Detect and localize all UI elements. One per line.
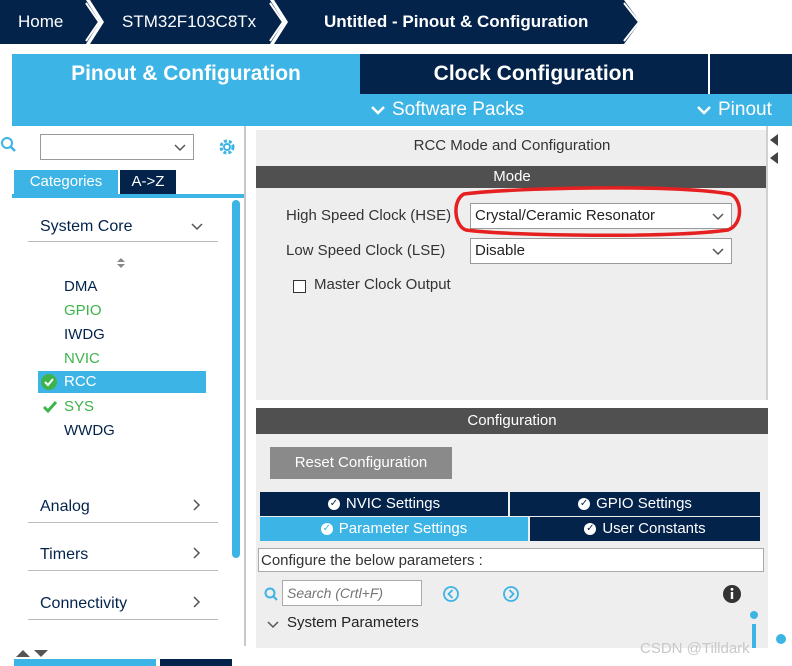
pinout-menu[interactable]: Pinout	[696, 94, 772, 126]
hse-label: High Speed Clock (HSE)	[286, 207, 452, 224]
list-item-gpio[interactable]: GPIO	[64, 302, 102, 319]
divider	[28, 570, 218, 571]
category-timers[interactable]: Timers	[40, 546, 88, 564]
panel-title: RCC Mode and Configuration	[413, 137, 611, 154]
lse-select[interactable]: Disable	[470, 238, 732, 264]
lse-select-value: Disable	[475, 242, 526, 259]
breadcrumb-home[interactable]: Home	[18, 0, 63, 44]
tab-gpio-label: GPIO Settings	[596, 495, 692, 512]
resize-arrows-icon[interactable]	[14, 648, 50, 658]
tab-parameter-settings[interactable]: ✓ Parameter Settings	[260, 517, 528, 541]
check-icon	[42, 401, 58, 414]
software-packs-menu[interactable]: Software Packs	[370, 94, 524, 126]
tab-categories[interactable]: Categories	[14, 170, 118, 194]
config-scrollbar-thumb[interactable]	[750, 611, 758, 619]
chevron-right-icon[interactable]	[192, 546, 202, 560]
mco-checkbox[interactable]	[293, 280, 306, 293]
divider	[28, 241, 218, 242]
category-connectivity[interactable]: Connectivity	[40, 595, 127, 613]
chevron-right-icon[interactable]	[192, 595, 202, 609]
bottom-tab-1[interactable]	[14, 659, 156, 666]
pinout-label: Pinout	[718, 99, 772, 120]
tab-user-constants-label: User Constants	[602, 520, 706, 537]
chevron-down-icon[interactable]	[190, 222, 204, 232]
sub-toolbar: Software Packs Pinout	[12, 94, 792, 126]
check-circle-icon: ✓	[327, 498, 340, 511]
parameter-search-input[interactable]	[282, 580, 422, 606]
sort-icon[interactable]	[116, 256, 126, 270]
check-circle-icon: ✓	[320, 523, 333, 536]
previous-icon[interactable]	[442, 585, 460, 603]
divider	[28, 522, 218, 523]
tab-more[interactable]	[710, 54, 792, 94]
list-item-rcc-selected[interactable]: RCC	[38, 371, 206, 393]
chevron-down-icon[interactable]	[266, 620, 280, 630]
list-item-nvic[interactable]: NVIC	[64, 350, 100, 367]
collapse-arrows-icon[interactable]	[768, 132, 780, 172]
list-item-sys[interactable]: SYS	[64, 398, 94, 415]
system-parameters-group[interactable]: System Parameters	[287, 614, 419, 631]
divider	[28, 619, 218, 620]
tab-nvic-label: NVIC Settings	[345, 495, 441, 512]
list-item-dma[interactable]: DMA	[64, 278, 97, 295]
annotation-highlight	[454, 186, 742, 238]
next-icon[interactable]	[502, 585, 520, 603]
list-item-rcc: RCC	[64, 373, 97, 390]
list-item-wwdg[interactable]: WWDG	[64, 422, 115, 439]
tab-user-constants[interactable]: ✓ User Constants	[530, 517, 760, 541]
category-system-core[interactable]: System Core	[40, 218, 132, 236]
mco-label: Master Clock Output	[314, 276, 451, 293]
panel-gap	[256, 400, 768, 408]
chevron-right-icon[interactable]	[192, 498, 202, 512]
configure-text: Configure the below parameters :	[261, 552, 483, 569]
chevron-down-icon	[712, 248, 724, 256]
gear-icon[interactable]	[216, 136, 238, 158]
mode-header: Mode	[256, 166, 768, 188]
mode-panel: RCC Mode and Configuration Mode High Spe…	[256, 130, 768, 400]
tab-pinout-configuration[interactable]: Pinout & Configuration	[12, 54, 360, 94]
list-item-iwdg[interactable]: IWDG	[64, 326, 105, 343]
configuration-header: Configuration	[256, 408, 768, 434]
watermark-text: CSDN @Tilldark	[640, 640, 750, 657]
reset-configuration-button[interactable]: Reset Configuration	[270, 447, 452, 479]
configuration-panel: Configuration Reset Configuration ✓ NVIC …	[256, 408, 768, 648]
scroll-indicator	[776, 634, 786, 644]
configure-text-box: Configure the below parameters :	[258, 548, 764, 572]
tab-clock-configuration[interactable]: Clock Configuration	[360, 54, 708, 94]
chevron-down-icon	[371, 106, 385, 115]
tab-nvic-settings[interactable]: ✓ NVIC Settings	[260, 492, 508, 516]
tab-gpio-settings[interactable]: ✓ GPIO Settings	[510, 492, 760, 516]
lse-label: Low Speed Clock (LSE)	[286, 242, 446, 259]
search-combo[interactable]	[40, 134, 194, 160]
breadcrumb: Home STM32F103C8Tx Untitled - Pinout & C…	[0, 0, 792, 44]
breadcrumb-mcu[interactable]: STM32F103C8Tx	[122, 0, 256, 44]
category-analog[interactable]: Analog	[40, 498, 90, 516]
left-scrollbar[interactable]	[232, 200, 240, 558]
category-list: System Core DMA GPIO IWDG NVIC RCC SYS W…	[12, 198, 234, 646]
chevron-down-icon[interactable]	[173, 143, 187, 153]
software-packs-label: Software Packs	[392, 99, 524, 120]
bottom-tab-2[interactable]	[160, 659, 232, 666]
check-circle-icon: ✓	[584, 523, 597, 536]
info-icon[interactable]	[722, 584, 742, 604]
check-circle-icon: ✓	[578, 498, 591, 511]
check-circle-icon	[41, 374, 57, 390]
search-icon	[264, 587, 278, 601]
search-icon[interactable]	[0, 136, 16, 152]
config-scrollbar-track[interactable]	[752, 624, 756, 648]
breadcrumb-project[interactable]: Untitled - Pinout & Configuration	[324, 0, 588, 44]
tab-parameter-label: Parameter Settings	[338, 520, 468, 537]
tab-a-to-z[interactable]: A->Z	[120, 170, 176, 194]
chevron-down-icon	[697, 106, 711, 115]
